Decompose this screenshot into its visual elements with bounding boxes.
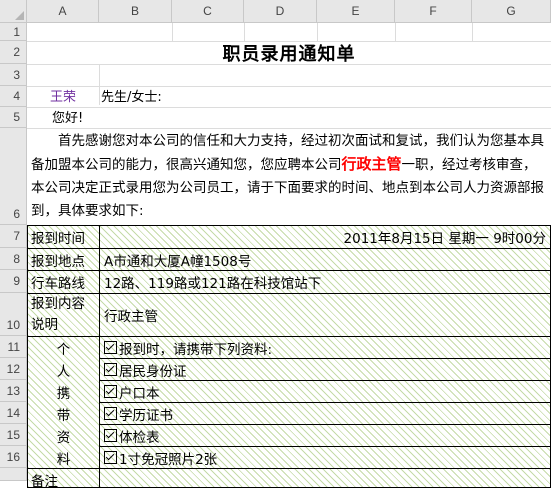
document-item[interactable]: 1寸免冠照片2张 (99, 446, 551, 469)
row-header-6[interactable]: 6 (0, 128, 27, 225)
value-report-content[interactable]: 行政主管 (99, 293, 551, 337)
label-report-place[interactable]: 报到地点 (27, 248, 100, 271)
row-number: 15 (6, 427, 20, 442)
row-header-17[interactable] (0, 468, 27, 481)
row-header-3[interactable]: 3 (0, 64, 27, 86)
label-route[interactable]: 行车路线 (27, 270, 100, 294)
column-header-a[interactable]: A (27, 0, 99, 23)
checkbox-icon (104, 363, 117, 376)
row-header-14[interactable]: 14 (0, 402, 27, 424)
row-number: 5 (13, 110, 20, 124)
checkbox-icon (104, 451, 117, 464)
label-remarks[interactable]: 备注 (27, 468, 100, 488)
position-highlight: 行政主管 (341, 155, 402, 173)
label-personal-documents[interactable]: 个 人 携 带 资 料 (27, 336, 100, 469)
row-number: 11 (7, 339, 20, 354)
row-number: 10 (6, 318, 20, 332)
document-item-label: 户口本 (119, 385, 160, 402)
row-number: 13 (6, 383, 20, 398)
row-header-12[interactable]: 12 (0, 358, 27, 380)
row-header-4[interactable]: 4 (0, 86, 27, 107)
checkbox-icon (104, 341, 117, 354)
greeting[interactable]: 您好! (52, 107, 172, 128)
row-number: 3 (13, 67, 20, 82)
label-report-time[interactable]: 报到时间 (27, 225, 100, 249)
document-item-label: 1寸免冠照片2张 (119, 451, 218, 468)
row-number: 9 (13, 274, 20, 288)
label-char: 料 (56, 452, 71, 468)
row-header-11[interactable]: 11 (0, 336, 27, 358)
document-item[interactable]: 学历证书 (99, 402, 551, 425)
row-header-13[interactable]: 13 (0, 380, 27, 402)
column-header-f[interactable]: F (395, 0, 472, 23)
row-header-7[interactable]: 7 (0, 225, 27, 248)
row-number: 6 (13, 207, 20, 221)
column-header-g[interactable]: G (472, 0, 551, 23)
document-item-label: 学历证书 (119, 407, 173, 424)
column-header-d[interactable]: D (244, 0, 317, 23)
label-char: 资 (56, 430, 71, 446)
value-report-place[interactable]: A市通和大厦A幢1508号 (99, 248, 551, 271)
checkbox-icon (104, 385, 117, 398)
row-header-16[interactable]: 16 (0, 446, 27, 468)
row-header-1[interactable]: 1 (0, 23, 27, 41)
row-number: 14 (6, 405, 20, 420)
label-char: 人 (56, 364, 71, 380)
select-all-corner[interactable] (0, 0, 27, 23)
salutation[interactable]: 先生/女士: (101, 86, 241, 107)
label-char: 个 (56, 342, 71, 358)
label-char: 携 (56, 386, 71, 402)
recipient-name[interactable]: 王荣 (27, 86, 99, 107)
row-number: 2 (13, 45, 20, 59)
row-header-15[interactable]: 15 (0, 424, 27, 446)
document-item[interactable]: 居民身份证 (99, 358, 551, 381)
row-header-2[interactable]: 2 (0, 41, 27, 64)
row-number: 7 (13, 229, 20, 243)
row-number: 1 (13, 24, 20, 39)
spreadsheet: A B C D E F G 1 2 3 4 5 6 7 8 9 10 11 12… (0, 0, 551, 488)
row-number: 8 (13, 251, 20, 266)
document-item[interactable]: 户口本 (99, 380, 551, 403)
checkbox-icon (104, 407, 117, 420)
document-item[interactable]: 体检表 (99, 424, 551, 447)
row-header-9[interactable]: 9 (0, 270, 27, 293)
value-remarks[interactable] (99, 468, 551, 488)
column-header-e[interactable]: E (317, 0, 395, 23)
row-header-10[interactable]: 10 (0, 293, 27, 336)
row-number: 16 (6, 449, 20, 464)
label-report-content[interactable]: 报到内容说明 (27, 293, 100, 337)
document-item-label: 居民身份证 (119, 363, 187, 380)
offer-paragraph[interactable]: 首先感谢您对本公司的信任和大力支持，经过初次面试和复试，我们认为您基本具备加盟本… (31, 130, 549, 224)
checkbox-icon (104, 429, 117, 442)
document-item[interactable]: 报到时，请携带下列资料: (99, 336, 551, 359)
row-header-8[interactable]: 8 (0, 248, 27, 270)
document-item-label: 体检表 (119, 429, 160, 446)
document-item-label: 报到时，请携带下列资料: (119, 341, 273, 358)
value-report-time[interactable]: 2011年8月15日 星期一 9时00分 (99, 225, 551, 249)
row-header-5[interactable]: 5 (0, 107, 27, 128)
row-number: 4 (13, 89, 20, 103)
value-route[interactable]: 12路、119路或121路在科技馆站下 (99, 270, 551, 294)
column-header-b[interactable]: B (99, 0, 172, 23)
row-number: 12 (6, 361, 20, 376)
label-char: 带 (56, 408, 71, 424)
column-header-c[interactable]: C (172, 0, 244, 23)
document-title[interactable]: 职员录用通知单 (27, 41, 551, 65)
